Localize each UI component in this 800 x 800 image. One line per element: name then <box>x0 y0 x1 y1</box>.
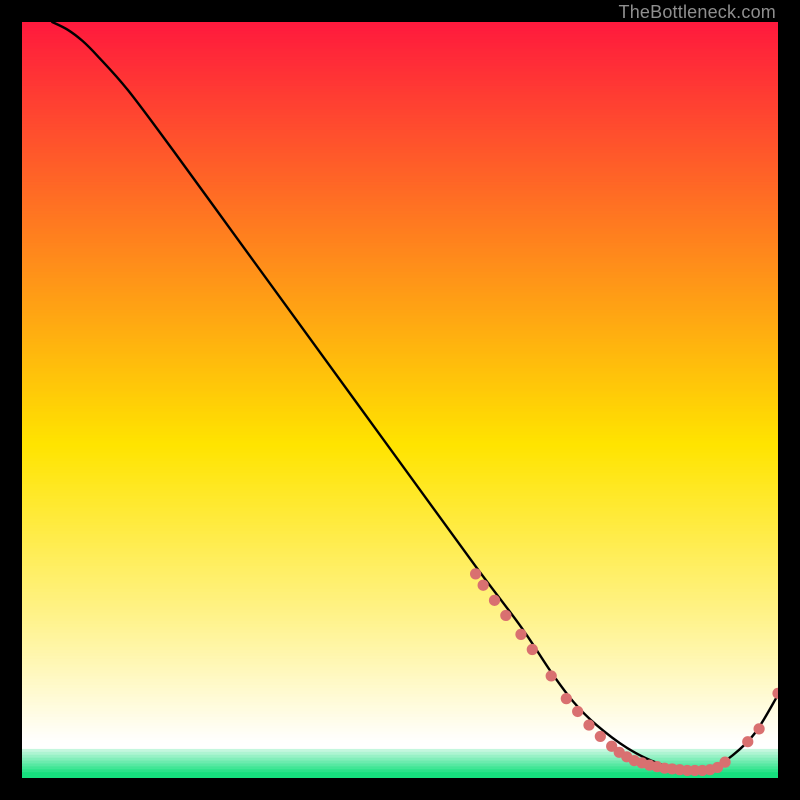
data-point <box>572 706 583 717</box>
data-point <box>719 757 730 768</box>
watermark-text: TheBottleneck.com <box>619 2 776 23</box>
data-point <box>489 595 500 606</box>
data-point <box>742 736 753 747</box>
data-point <box>561 693 572 704</box>
data-point <box>478 580 489 591</box>
data-point <box>546 670 557 681</box>
data-point <box>583 719 594 730</box>
data-point <box>515 629 526 640</box>
data-point <box>527 644 538 655</box>
gradient-background <box>22 22 778 778</box>
data-point <box>595 731 606 742</box>
data-point <box>754 723 765 734</box>
data-point <box>500 610 511 621</box>
bottleneck-chart <box>22 22 778 778</box>
data-point <box>470 568 481 579</box>
chart-svg <box>22 22 778 778</box>
